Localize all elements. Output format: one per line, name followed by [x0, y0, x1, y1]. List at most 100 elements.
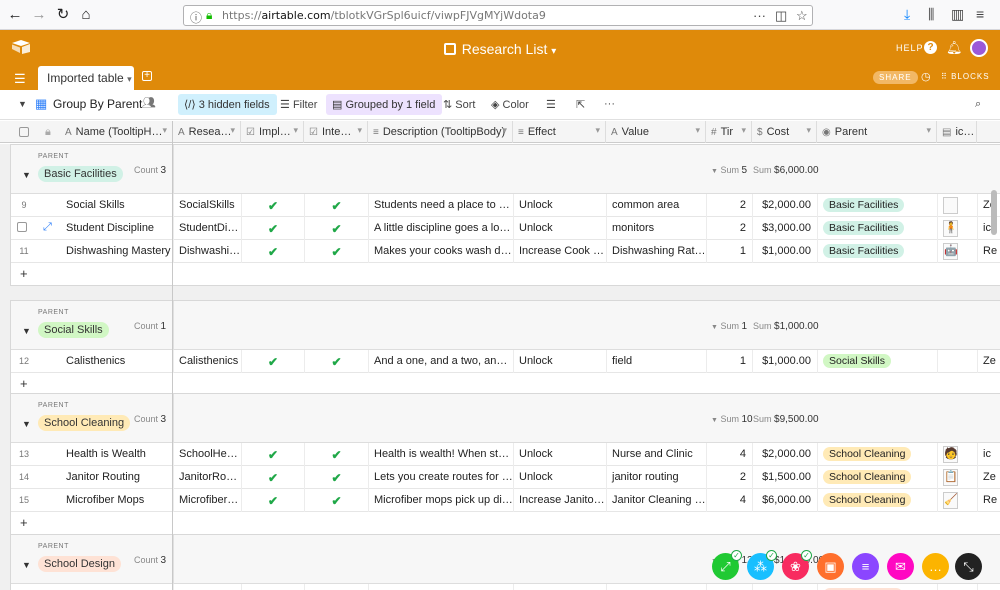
cell-icon[interactable]: 📋 [938, 466, 978, 489]
collaborators-icon[interactable]: 👥︎ [142, 96, 156, 109]
cell-effect[interactable]: Unlock [514, 350, 607, 373]
add-record-icon[interactable]: + [20, 515, 28, 530]
menu-icon[interactable]: ≡ [976, 6, 984, 22]
block-launcher-button[interactable]: ⤡ [955, 553, 982, 580]
tier-sum[interactable]: ▼ Sum 1 [711, 321, 747, 332]
select-all-checkbox[interactable] [0, 121, 40, 143]
cell-cost[interactable]: $6,000.00 [753, 489, 818, 512]
column-menu-icon[interactable]: ▾ [926, 125, 931, 136]
cell-description[interactable]: The needs of employees must … [369, 584, 514, 590]
cell-implemented[interactable]: ✔ [242, 489, 305, 512]
cell-next-column[interactable]: Re [978, 489, 1000, 512]
cell-effect[interactable]: Increase Cook Dis… [514, 240, 607, 263]
cell-icon[interactable] [938, 350, 978, 373]
cell-implemented[interactable]: ✔ [242, 240, 305, 263]
info-icon[interactable]: ⓘ [190, 9, 202, 26]
collapse-caret-icon[interactable]: ▼ [22, 326, 31, 336]
sum-caret-icon[interactable]: ▼ [711, 324, 718, 331]
table-row[interactable]: 16Employee WelfareEmployeeW…✔✔The needs … [11, 584, 1000, 590]
cell-parent[interactable]: School Design [818, 584, 938, 590]
cell-research[interactable]: JanitorRouti… [174, 466, 242, 489]
group-header[interactable]: PARENT ▼ Basic Facilities Count 3 ▼ Sum 5 Sum… [11, 145, 1000, 194]
cell-cost[interactable]: $4,000.00 [753, 584, 818, 590]
color-button[interactable]: ◈ Color [491, 98, 529, 111]
url-text[interactable]: https://airtable.com/tblotkVGrSpl6uicf/v… [222, 9, 546, 22]
column-header-name[interactable]: A Name (TooltipH… ▾ [60, 121, 173, 143]
cell-integrated[interactable]: ✔ [305, 584, 369, 590]
group-header[interactable]: PARENT ▼ Social Skills Count 1 ▼ Sum 1 Sum $1… [11, 301, 1000, 350]
column-menu-icon[interactable]: ▾ [806, 125, 811, 136]
search-icon[interactable]: ⌕ [975, 98, 981, 111]
block-launcher-button[interactable]: ≡ [852, 553, 879, 580]
cell-tier[interactable]: 4 [707, 584, 753, 590]
tab-caret-icon[interactable]: ▾ [127, 74, 132, 84]
cell-research[interactable]: StudentDisc… [174, 217, 242, 240]
attachment-thumbnail[interactable]: 🧍 [943, 220, 958, 237]
cell-research[interactable]: Dishwashin… [174, 240, 242, 263]
cell-integrated[interactable]: ✔ [305, 194, 369, 217]
table-row[interactable]: 10⤢Student DisciplineStudentDisc…✔✔A lit… [11, 217, 1000, 240]
group-button[interactable]: ▤ Grouped by 1 field [326, 94, 443, 115]
cell-description[interactable]: Health is wealth! When studen… [369, 443, 514, 466]
table-row[interactable]: 15 Microfiber Mops Microfiber… ✔ ✔ Microfiber… [11, 489, 1000, 512]
table-row[interactable]: 11 Dishwashing Mastery Dishwashin… ✔ ✔ Makes … [11, 240, 1000, 263]
collapse-caret-icon[interactable]: ▼ [22, 560, 31, 570]
cell-icon[interactable] [938, 584, 978, 590]
column-header-icon[interactable]: ▤ ic… [937, 121, 977, 143]
cost-sum[interactable]: Sum $6,000.00 [753, 165, 819, 176]
sum-caret-icon[interactable]: ▼ [711, 417, 718, 424]
cell-next-column[interactable]: Re [978, 240, 1000, 263]
cell-effect[interactable]: Increase Janitor Cl… [514, 489, 607, 512]
page-actions-icon[interactable]: ··· [753, 8, 766, 23]
base-title[interactable]: Research List ▾ [0, 41, 1000, 57]
block-launcher-button[interactable]: ⁂ ✓ [747, 550, 777, 580]
collapse-caret-icon[interactable]: ▼ [22, 419, 31, 429]
row-height-icon[interactable]: ☰ [546, 98, 556, 111]
cell-tier[interactable]: 1 [707, 350, 753, 373]
column-menu-icon[interactable]: ▾ [695, 125, 700, 136]
cell-name[interactable]: Student Discipline [61, 217, 174, 240]
views-toggle-icon[interactable]: ▼ [18, 99, 27, 109]
cell-parent[interactable]: Social Skills [818, 350, 938, 373]
column-header-parent[interactable]: ◉ Parent ▾ [817, 121, 937, 143]
cell-cost[interactable]: $2,000.00 [753, 194, 818, 217]
add-record-row[interactable]: + [11, 512, 1000, 534]
cell-research[interactable]: SchoolHealth [174, 443, 242, 466]
cell-tier[interactable]: 1 [707, 240, 753, 263]
group-header[interactable]: PARENT▼School DesignCount 3▼ Sum 12Sum $… [11, 535, 1000, 584]
cell-name[interactable]: Microfiber Mops [61, 489, 174, 512]
cell-research[interactable]: EmployeeW… [174, 584, 242, 590]
table-row[interactable]: 14 Janitor Routing JanitorRouti… ✔ ✔ Lets you… [11, 466, 1000, 489]
cell-description[interactable]: Microfiber mops pick up dirt a… [369, 489, 514, 512]
cell-description[interactable]: Lets you create routes for your… [369, 466, 514, 489]
cell-parent[interactable]: Basic Facilities [818, 240, 938, 263]
forward-icon[interactable]: → [30, 6, 48, 24]
cell-implemented[interactable]: ✔ [242, 466, 305, 489]
back-icon[interactable]: ← [6, 6, 24, 24]
cell-implemented[interactable]: ✔ [242, 443, 305, 466]
group-header[interactable]: PARENT ▼ School Cleaning Count 3 ▼ Sum 10 Sum… [11, 394, 1000, 443]
column-menu-icon[interactable]: ▾ [357, 125, 362, 136]
filter-button[interactable]: ☰ Filter [280, 98, 317, 111]
cell-effect[interactable]: Unlock [514, 584, 607, 590]
cell-tier[interactable]: 2 [707, 194, 753, 217]
column-menu-icon[interactable]: ▾ [502, 125, 507, 136]
column-header-description[interactable]: ≡ Description (TooltipBody) ▾ [368, 121, 513, 143]
column-header-tier[interactable]: # Tir ▾ [706, 121, 752, 143]
block-launcher-button[interactable]: ❀ ✓ [782, 550, 812, 580]
sum-caret-icon[interactable]: ▼ [711, 168, 718, 175]
cell-integrated[interactable]: ✔ [305, 240, 369, 263]
column-menu-icon[interactable]: ▾ [741, 125, 746, 136]
collapse-caret-icon[interactable]: ▼ [22, 170, 31, 180]
frozen-divider[interactable] [172, 121, 173, 590]
expand-record-icon[interactable]: ⤢ [43, 221, 52, 234]
column-header-cost[interactable]: $ Cost ▾ [752, 121, 817, 143]
cell-icon[interactable]: 🤖 [938, 240, 978, 263]
cell-effect[interactable]: Unlock [514, 443, 607, 466]
pocket-icon[interactable]: ◫ [775, 8, 787, 24]
vertical-scrollbar[interactable] [991, 190, 997, 235]
cell-value[interactable]: field [607, 350, 707, 373]
help-icon[interactable]: ? [924, 41, 937, 54]
cell-description[interactable]: Makes your cooks wash dishes… [369, 240, 514, 263]
avatar[interactable] [970, 39, 988, 57]
